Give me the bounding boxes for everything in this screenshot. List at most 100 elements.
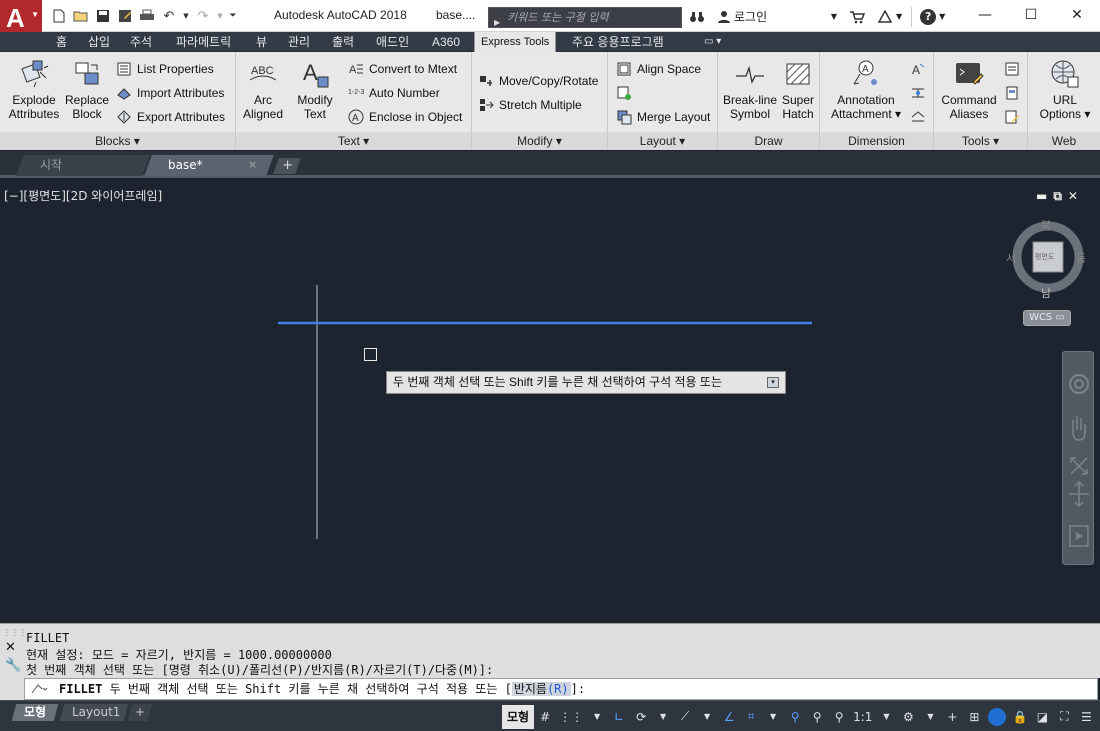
snap-icon[interactable]: ⋮⋮ <box>556 705 586 729</box>
polar-dropdown-icon[interactable]: ▼ <box>652 705 674 729</box>
panel-modify-title[interactable]: Modify ▾ <box>472 132 607 150</box>
viewcube-face-top[interactable]: 평면도 <box>1035 252 1054 262</box>
grid-icon[interactable]: # <box>534 705 556 729</box>
convert-to-mtext-button[interactable]: A Convert to Mtext <box>348 58 457 80</box>
tab-output[interactable]: 출력 <box>326 32 360 52</box>
tab-home[interactable]: 홈 <box>50 32 73 52</box>
close-command-line-icon[interactable]: ✕ <box>5 640 16 655</box>
modify-text-button[interactable]: A Modify Text <box>292 58 338 121</box>
annotation-scale-value[interactable]: 1:1 <box>850 705 875 729</box>
tab-model[interactable]: 모형 <box>11 704 59 721</box>
enclose-in-object-button[interactable]: A Enclose in Object <box>348 106 462 128</box>
panel-text-title[interactable]: Text ▾ <box>236 132 471 150</box>
customization-menu-icon[interactable]: ☰ <box>1075 705 1097 729</box>
auto-number-button[interactable]: 1-2-3 Auto Number <box>348 82 440 104</box>
redo-dropdown-icon[interactable]: ▼ <box>216 7 224 25</box>
snap-dropdown-icon[interactable]: ▼ <box>586 705 608 729</box>
grip-icon[interactable]: ⋮⋮⋮ <box>3 628 27 637</box>
annotation-attachment-button[interactable]: A Annotation Attachment ▾ <box>828 58 904 121</box>
command-recent-icon[interactable] <box>30 683 48 695</box>
panel-blocks-title[interactable]: Blocks ▾ <box>0 132 235 150</box>
replace-block-button[interactable]: Replace Block <box>62 58 112 121</box>
login-button[interactable]: 로그인 ▼ <box>714 6 840 27</box>
tab-layout1[interactable]: Layout1 <box>59 704 129 721</box>
workspace-dropdown-icon[interactable]: ▼ <box>919 705 941 729</box>
url-options-button[interactable]: URL Options ▾ <box>1034 58 1096 121</box>
redo-icon[interactable]: ↷ <box>194 7 212 25</box>
stretch-multiple-button[interactable]: Stretch Multiple <box>478 94 582 116</box>
open-folder-icon[interactable] <box>72 7 90 25</box>
save-as-icon[interactable] <box>116 7 134 25</box>
wrench-icon[interactable]: 🔧 <box>5 658 21 673</box>
quick-properties-icon[interactable] <box>988 707 1007 726</box>
align-space-button[interactable]: Align Space <box>616 58 701 80</box>
object-snap-tracking-icon[interactable]: ∠ <box>718 705 740 729</box>
isodraft-dropdown-icon[interactable]: ▼ <box>696 705 718 729</box>
merge-layout-button[interactable]: Merge Layout <box>616 106 710 128</box>
ortho-icon[interactable]: ∟ <box>608 705 630 729</box>
tab-view[interactable]: 뷰 <box>250 32 273 52</box>
dim-override-button[interactable] <box>910 106 926 128</box>
super-hatch-button[interactable]: Super Hatch <box>780 58 816 121</box>
customize-qat-icon[interactable]: ⏷ <box>228 7 238 25</box>
application-menu-button[interactable]: A ▼ <box>0 0 42 36</box>
break-line-symbol-button[interactable]: Break-line Symbol <box>722 58 778 121</box>
viewport-controls-label[interactable]: [−][평면도][2D 와이어프레임] <box>4 187 162 204</box>
tab-express-tools[interactable]: Express Tools <box>474 32 557 52</box>
minimize-icon[interactable]: — <box>962 0 1008 30</box>
tab-annotate[interactable]: 주석 <box>124 32 158 52</box>
explode-attributes-button[interactable]: Explode Attributes <box>6 58 62 121</box>
auto-scale-icon[interactable]: ⚲ <box>806 705 828 729</box>
panel-layout-title[interactable]: Layout ▾ <box>608 132 717 150</box>
dim-reassociate-button[interactable] <box>910 82 926 104</box>
command-input[interactable]: FILLET 두 번째 객체 선택 또는 Shift 키를 누른 채 선택하여 … <box>24 678 1098 700</box>
isolate-objects-icon[interactable]: ◪ <box>1031 705 1053 729</box>
clean-screen-icon[interactable]: ⛶ <box>1053 705 1075 729</box>
tab-featured-apps[interactable]: 주요 응용프로그램 <box>566 32 670 52</box>
tools-small-2-button[interactable] <box>1004 82 1020 104</box>
polar-tracking-icon[interactable]: ⟳ <box>630 705 652 729</box>
tab-a360[interactable]: A360 <box>426 32 466 52</box>
scale-dropdown-icon[interactable]: ▼ <box>875 705 897 729</box>
annotation-visibility-icon[interactable]: ⚲ <box>784 705 806 729</box>
layout-tool-button[interactable] <box>616 82 632 104</box>
object-snap-icon[interactable]: ⌗ <box>740 705 762 729</box>
help-button[interactable]: ? ▼ <box>911 6 948 27</box>
annotation-monitor-icon[interactable]: + <box>941 705 963 729</box>
compass-east[interactable]: 동 <box>1076 250 1086 266</box>
compass-south[interactable]: 남 <box>1041 285 1051 301</box>
binoculars-icon[interactable] <box>686 8 708 26</box>
save-icon[interactable] <box>94 7 112 25</box>
workspace-gear-icon[interactable]: ⚙ <box>897 705 919 729</box>
model-space-button[interactable]: 모형 <box>502 704 535 729</box>
tab-start[interactable]: 시작 <box>16 155 150 176</box>
tab-manage[interactable]: 관리 <box>282 32 316 52</box>
close-icon[interactable]: ✕ <box>1054 0 1100 30</box>
isodraft-icon[interactable]: ⟋ <box>674 705 696 729</box>
export-attributes-button[interactable]: Export Attributes <box>116 106 225 128</box>
tab-parametric[interactable]: 파라메트릭 <box>170 32 237 52</box>
wcs-menu[interactable]: WCS ▭ <box>1023 310 1071 326</box>
drawing-canvas[interactable]: [−][평면도][2D 와이어프레임] ▬ ⧉ ✕ 북 남 동 서 평면도 WC… <box>0 181 1100 623</box>
new-file-icon[interactable] <box>50 7 68 25</box>
new-layout-button[interactable]: + <box>127 704 153 721</box>
drawing-area[interactable] <box>0 181 1100 623</box>
viewport-close-icon[interactable]: ✕ <box>1068 189 1078 204</box>
arc-aligned-button[interactable]: ABC Arc Aligned <box>238 58 288 121</box>
search-input[interactable]: ▶ 키워드 또는 구절 입력 <box>488 7 682 28</box>
command-aliases-button[interactable]: Command Aliases <box>936 58 1002 121</box>
tab-addins[interactable]: 애드인 <box>370 32 415 52</box>
move-copy-rotate-button[interactable]: Move/Copy/Rotate <box>478 70 598 92</box>
ribbon-minimize-toggle[interactable]: ▭ ▾ <box>698 32 727 52</box>
tab-insert[interactable]: 삽입 <box>82 32 116 52</box>
viewport-restore-icon[interactable]: ⧉ <box>1053 189 1062 204</box>
units-icon[interactable]: ⊞ <box>963 705 985 729</box>
undo-icon[interactable]: ↶ <box>160 7 178 25</box>
viewport-minimize-icon[interactable]: ▬ <box>1036 189 1047 204</box>
close-tab-icon[interactable]: × <box>248 158 257 171</box>
import-attributes-button[interactable]: Import Attributes <box>116 82 224 104</box>
keyword-radius-option[interactable]: 반지름(R) <box>511 682 571 696</box>
lock-ui-icon[interactable]: 🔒 <box>1009 705 1031 729</box>
compass-north[interactable]: 북 <box>1041 217 1051 233</box>
maximize-icon[interactable]: ☐ <box>1008 0 1054 30</box>
